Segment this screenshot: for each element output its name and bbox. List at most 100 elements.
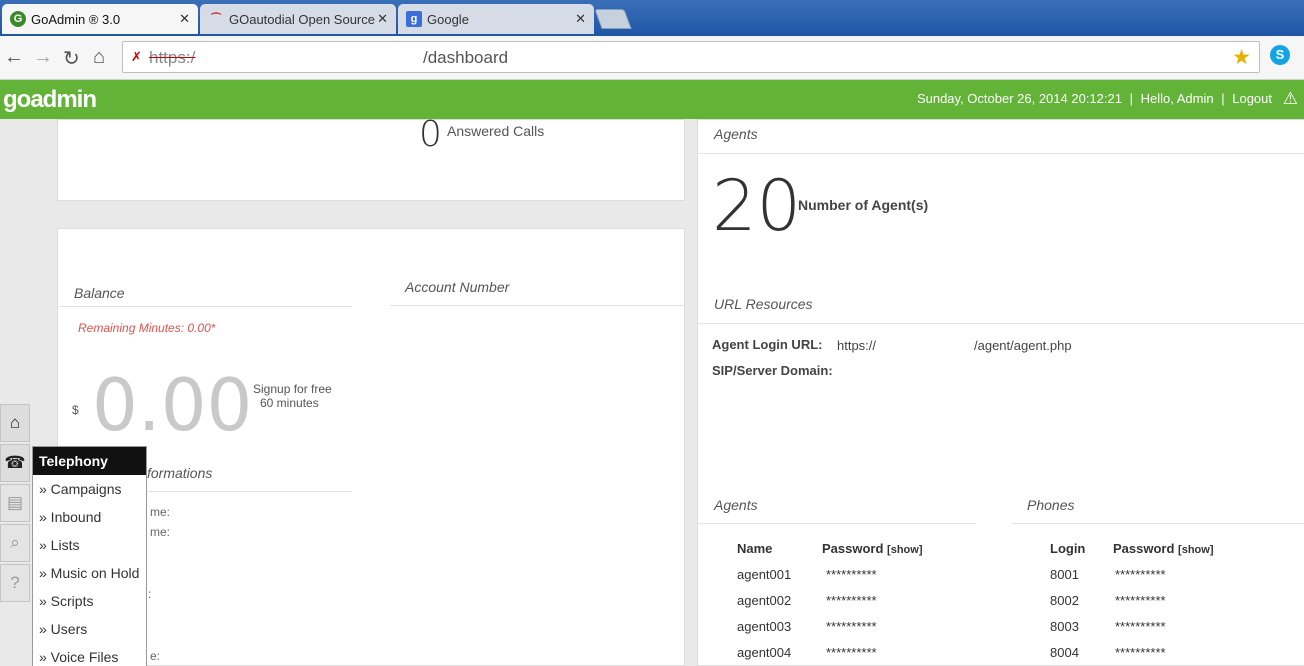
forward-icon[interactable]: →	[33, 46, 53, 69]
divider	[1012, 523, 1304, 524]
header-greeting: Hello, Admin	[1140, 91, 1214, 106]
goadmin-favicon-icon: G	[10, 11, 26, 27]
close-tab-icon[interactable]: ✕	[575, 11, 586, 27]
url-scheme: https:/	[149, 48, 196, 67]
left-sidebar: ⌂ ☎ ▤ ⌕ ?	[0, 404, 30, 604]
agent-name: agent003	[737, 618, 792, 634]
telephony-menu: Telephony » Campaigns » Inbound » Lists …	[32, 446, 147, 666]
back-icon[interactable]: ←	[4, 46, 24, 69]
signup-minutes-text[interactable]: 60 minutes	[260, 396, 319, 410]
menu-item-scripts[interactable]: » Scripts	[33, 587, 146, 615]
table-header-row: Name Password [show]	[737, 535, 923, 561]
divider	[698, 153, 1304, 154]
phone-icon[interactable]: ☎	[0, 444, 30, 482]
tab-title: GOautodial Open Source C	[229, 11, 379, 27]
column-header-password: Password [show]	[1113, 535, 1214, 561]
menu-item-inbound[interactable]: » Inbound	[33, 503, 146, 531]
goautodial-favicon-icon: ⁀	[211, 13, 221, 26]
info-line: :	[148, 587, 152, 601]
currency-symbol: $	[72, 403, 79, 417]
header-datetime: Sunday, October 26, 2014 20:12:21	[916, 91, 1122, 106]
phone-password: **********	[1115, 566, 1166, 582]
close-tab-icon[interactable]: ✕	[179, 11, 190, 27]
close-tab-icon[interactable]: ✕	[377, 11, 388, 27]
table-row[interactable]: 8003 **********	[1050, 613, 1214, 639]
table-row[interactable]: 8001 **********	[1050, 561, 1214, 587]
phone-login: 8004	[1050, 644, 1079, 660]
phones-table-title: Phones	[1027, 497, 1075, 513]
show-passwords-link[interactable]: [show]	[887, 544, 922, 556]
sip-server-domain-label: SIP/Server Domain:	[712, 363, 833, 378]
tab-title: Google	[427, 11, 469, 27]
divider	[58, 306, 352, 307]
answered-calls-count: 0	[419, 114, 442, 155]
menu-item-music-on-hold[interactable]: » Music on Hold	[33, 559, 146, 587]
balance-title: Balance	[74, 285, 125, 301]
calls-panel: 0 Answered Calls	[57, 114, 685, 201]
menu-item-campaigns[interactable]: » Campaigns	[33, 475, 146, 503]
balance-amount: 0.00	[92, 363, 253, 447]
column-header-login: Login	[1050, 540, 1086, 556]
table-row[interactable]: agent003 **********	[737, 613, 923, 639]
agents-panel: Agents 20 Number of Agent(s) URL Resourc…	[697, 119, 1304, 666]
table-header-row: Login Password [show]	[1050, 535, 1214, 561]
table-row[interactable]: 8002 **********	[1050, 587, 1214, 613]
agent-name: agent001	[737, 566, 792, 582]
password-label: Password	[1113, 540, 1175, 556]
home-browser-icon[interactable]: ⌂	[93, 46, 105, 69]
phone-login: 8003	[1050, 618, 1079, 634]
table-row[interactable]: agent004 **********	[737, 639, 923, 665]
separator: |	[1129, 91, 1133, 106]
new-tab-button[interactable]	[594, 9, 632, 29]
phone-login: 8002	[1050, 592, 1079, 608]
remaining-minutes: Remaining Minutes: 0.00*	[78, 321, 216, 335]
agent-password: **********	[826, 592, 877, 608]
reload-icon[interactable]: ↻	[63, 46, 80, 71]
tab-google[interactable]: g Google ✕	[398, 4, 594, 34]
home-icon[interactable]: ⌂	[0, 404, 30, 442]
answered-calls-label: Answered Calls	[447, 123, 545, 139]
agent-login-url-path[interactable]: /agent/agent.php	[974, 338, 1072, 353]
menu-item-users[interactable]: » Users	[33, 615, 146, 643]
tab-goadmin[interactable]: G GoAdmin ® 3.0 ✕	[2, 4, 198, 34]
phone-login: 8001	[1050, 566, 1079, 582]
logout-link[interactable]: Logout	[1232, 91, 1272, 106]
browser-toolbar: ← → ↻ ⌂ ✗ https:/ /dashboard ★ S	[0, 36, 1304, 80]
account-number-title: Account Number	[405, 279, 510, 295]
divider	[698, 323, 1304, 324]
address-bar[interactable]: ✗ https:/ /dashboard ★	[122, 41, 1260, 73]
search-icon[interactable]: ⌕	[0, 524, 30, 562]
browser-tab-strip: G GoAdmin ® 3.0 ✕ ⁀ GOautodial Open Sour…	[0, 0, 1304, 36]
agents-table-title: Agents	[714, 497, 758, 513]
help-icon[interactable]: ?	[0, 564, 30, 602]
show-passwords-link[interactable]: [show]	[1178, 544, 1213, 556]
column-header-password: Password [show]	[822, 535, 923, 561]
skype-extension-icon[interactable]: S	[1270, 45, 1290, 65]
agent-count-label: Number of Agent(s)	[798, 197, 929, 213]
app-header: goadmin Sunday, October 26, 2014 20:12:2…	[0, 80, 1304, 119]
url-resources-title: URL Resources	[714, 296, 813, 312]
insecure-lock-icon: ✗	[131, 49, 142, 64]
table-row[interactable]: 8004 **********	[1050, 639, 1214, 665]
agents-table: Name Password [show] agent001 ********** …	[737, 535, 923, 665]
bookmark-star-icon[interactable]: ★	[1232, 45, 1251, 70]
signup-text[interactable]: Signup for free	[253, 382, 332, 396]
url-path: /dashboard	[423, 48, 509, 67]
agent-password: **********	[826, 618, 877, 634]
agent-login-url-scheme[interactable]: https://	[837, 338, 876, 353]
goadmin-logo[interactable]: goadmin	[3, 86, 97, 114]
separator: |	[1221, 91, 1225, 106]
phone-password: **********	[1115, 644, 1166, 660]
menu-item-voice-files[interactable]: » Voice Files	[33, 643, 146, 666]
telephony-menu-header: Telephony	[33, 447, 146, 475]
reports-icon[interactable]: ▤	[0, 484, 30, 522]
agent-login-url-label: Agent Login URL:	[712, 337, 823, 352]
table-row[interactable]: agent002 **********	[737, 587, 923, 613]
balance-panel: Balance Remaining Minutes: 0.00* $ 0.00 …	[57, 228, 686, 666]
table-row[interactable]: agent001 **********	[737, 561, 923, 587]
tab-goautodial[interactable]: ⁀ GOautodial Open Source C ✕	[200, 4, 396, 34]
menu-item-lists[interactable]: » Lists	[33, 531, 146, 559]
agent-count: 20	[712, 165, 802, 247]
warning-icon[interactable]: ⚠	[1283, 89, 1298, 109]
divider	[390, 305, 686, 306]
